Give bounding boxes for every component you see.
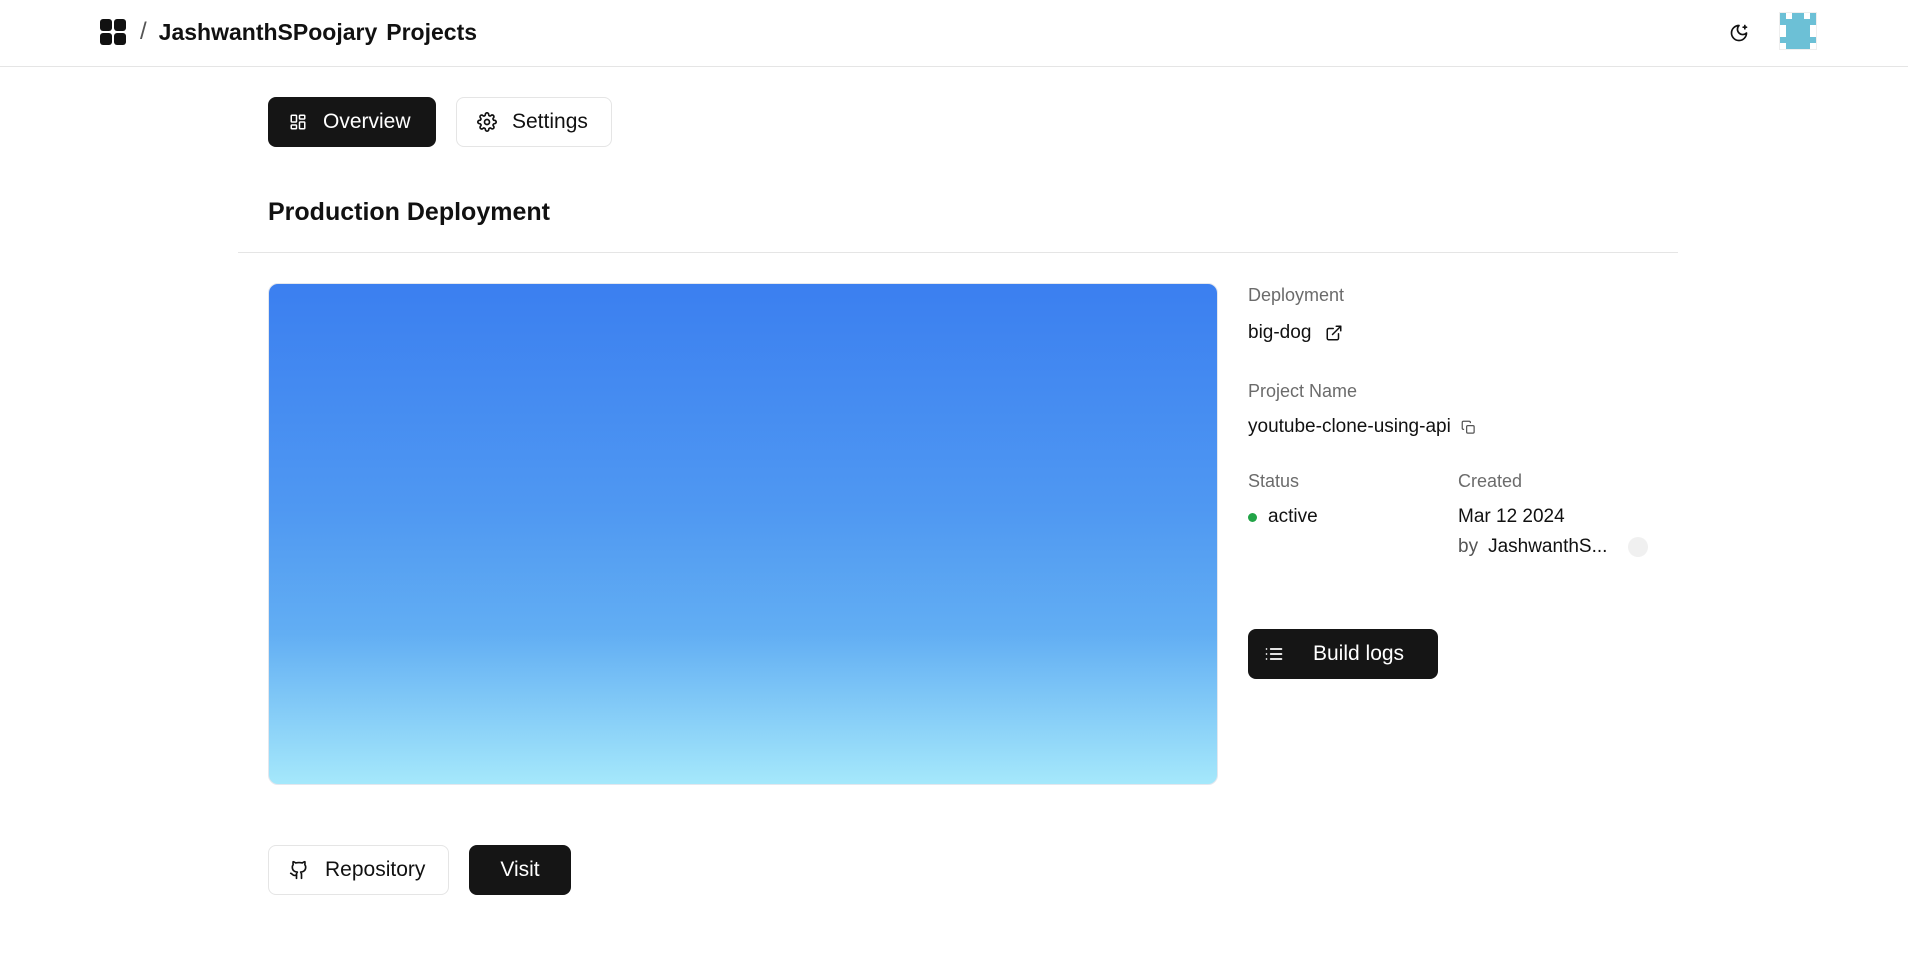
status-badge: active [1248, 506, 1318, 528]
repository-button[interactable]: Repository [268, 845, 449, 895]
creator-avatar [1628, 537, 1648, 557]
copy-icon[interactable] [1461, 420, 1476, 435]
created-by-prefix: by [1458, 536, 1479, 557]
top-navbar: / JashwanthSPoojary Projects [0, 0, 1908, 67]
tab-settings-label: Settings [512, 110, 588, 133]
visit-button[interactable]: Visit [469, 845, 571, 895]
created-label: Created [1458, 471, 1523, 491]
section-divider [238, 252, 1678, 253]
moon-icon [1730, 24, 1748, 42]
created-date: Mar 12 2024 [1458, 506, 1565, 527]
deployment-label: Deployment [1248, 285, 1345, 305]
project-name: youtube-clone-using-api [1248, 416, 1476, 438]
status-label: Status [1248, 471, 1300, 491]
status-value: active [1268, 506, 1318, 527]
deployment-name: big-dog [1248, 322, 1312, 343]
project-name-label: Project Name [1248, 381, 1358, 401]
breadcrumb-projects[interactable]: Projects [386, 19, 477, 46]
breadcrumb: / JashwanthSPoojary Projects [100, 16, 477, 48]
theme-toggle-button[interactable] [1722, 16, 1756, 50]
status-dot [1248, 512, 1257, 522]
project-name-value: youtube-clone-using-api [1248, 416, 1451, 437]
page-title: Production Deployment [268, 198, 550, 226]
layout-grid-icon [288, 112, 308, 132]
build-logs-label: Build logs [1313, 642, 1405, 665]
list-icon [1264, 644, 1284, 664]
visit-label: Visit [500, 858, 540, 881]
breadcrumb-user[interactable]: JashwanthSPoojary [159, 19, 378, 46]
grid-icon[interactable] [100, 19, 126, 45]
created-by-user[interactable]: JashwanthS... [1488, 536, 1607, 558]
build-logs-button[interactable]: Build logs [1248, 629, 1438, 679]
external-link-icon[interactable] [1325, 324, 1343, 342]
breadcrumb-separator: / [140, 18, 147, 45]
repository-label: Repository [325, 858, 426, 881]
deployment-preview-image [268, 283, 1218, 785]
tab-settings[interactable]: Settings [456, 97, 612, 147]
created-by: by JashwanthS... [1458, 536, 1607, 558]
tab-overview[interactable]: Overview [268, 97, 436, 147]
gear-icon [477, 112, 497, 132]
deployment-link[interactable]: big-dog [1248, 322, 1343, 344]
tab-overview-label: Overview [323, 110, 411, 133]
user-avatar[interactable] [1779, 12, 1817, 50]
github-icon [289, 860, 309, 880]
